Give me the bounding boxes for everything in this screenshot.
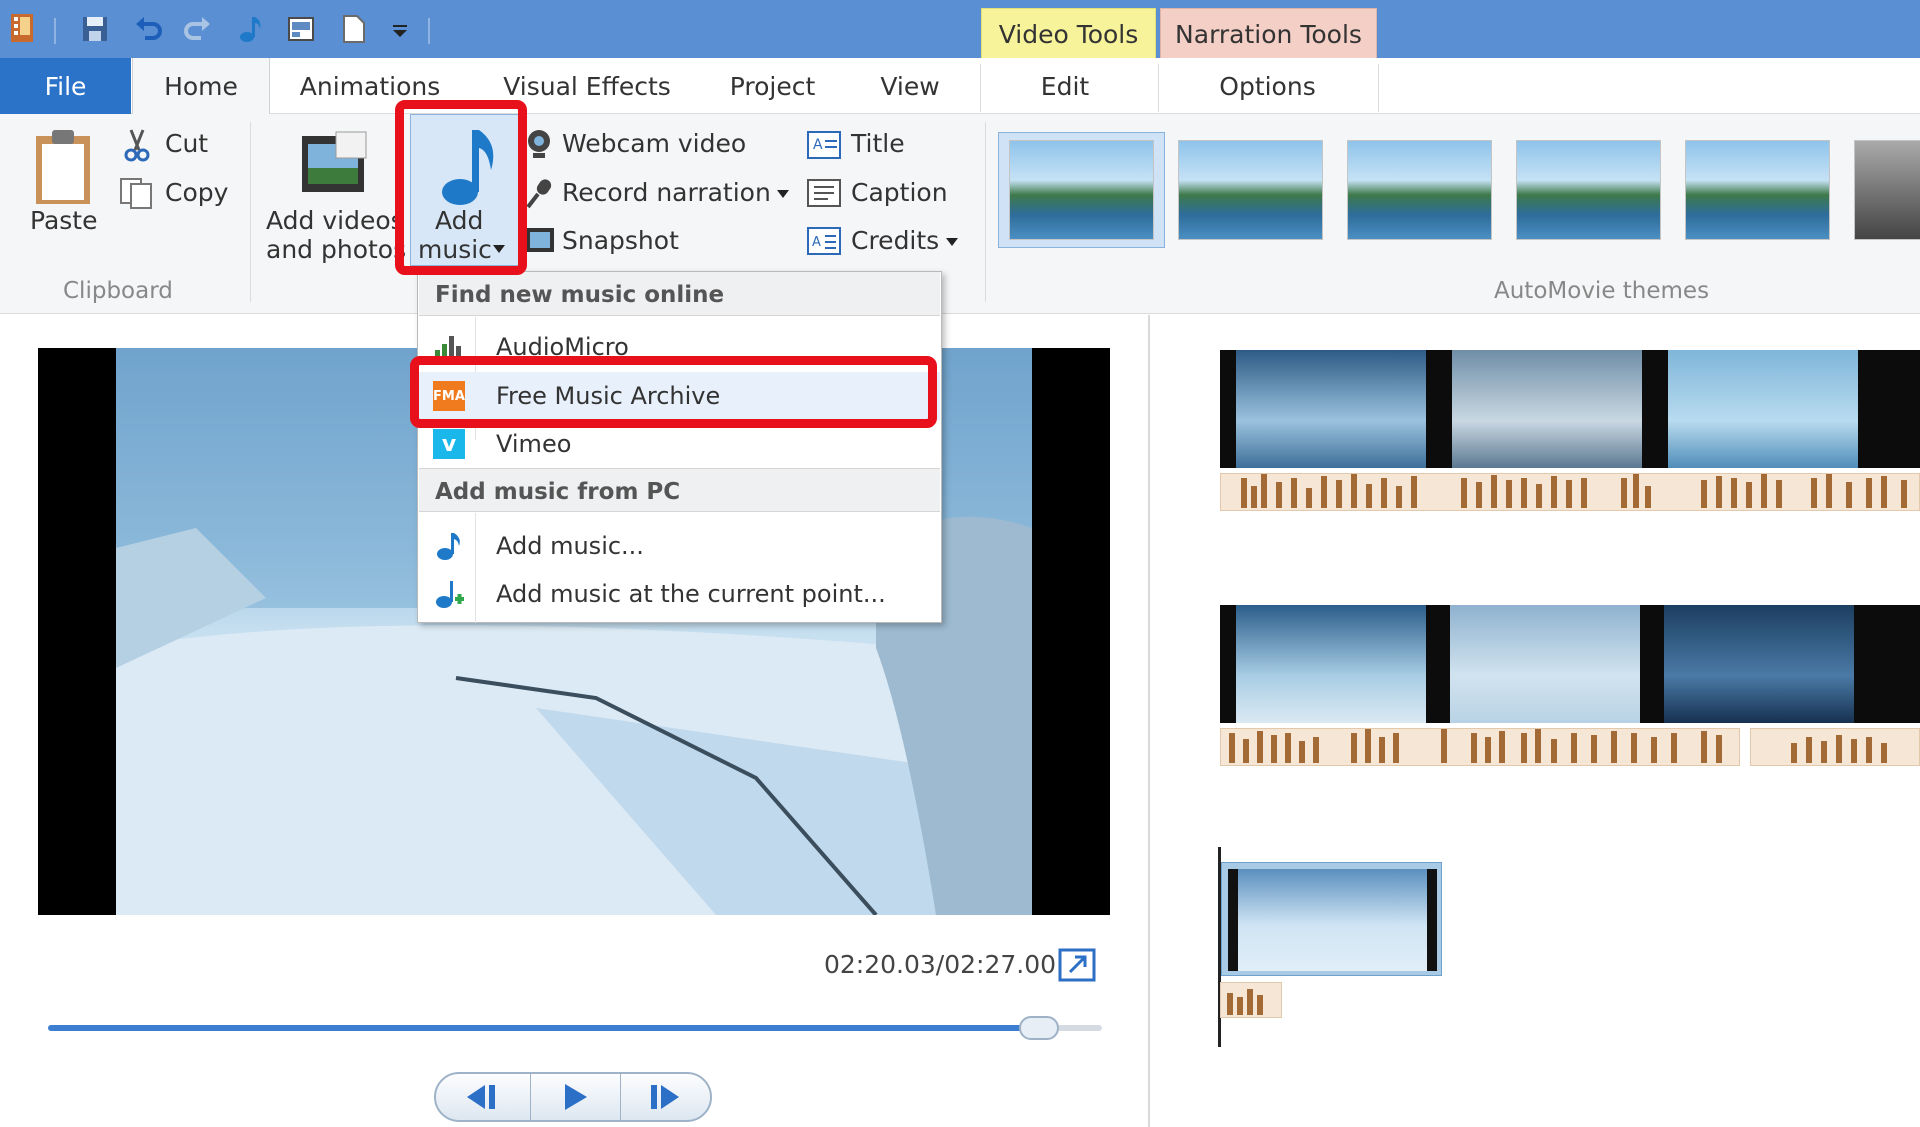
theme-thumbnail[interactable] — [1009, 140, 1154, 240]
menu-header-online: Find new music online — [419, 272, 940, 316]
undo-icon[interactable] — [133, 14, 163, 44]
audio-waveform[interactable] — [1750, 728, 1920, 766]
previous-frame-icon — [467, 1085, 495, 1109]
caption-icon — [807, 179, 841, 207]
selected-clip[interactable] — [1221, 862, 1442, 976]
save-icon[interactable] — [80, 14, 110, 44]
transport-controls — [434, 1072, 712, 1122]
playback-time: 02:20.03/02:27.00 — [824, 950, 1057, 979]
tab-project[interactable]: Project — [715, 58, 830, 114]
add-videos-label-2[interactable]: and photos — [266, 235, 406, 264]
previous-frame-button[interactable] — [436, 1074, 526, 1120]
seek-progress — [48, 1025, 1040, 1031]
customize-qat-icon[interactable] — [385, 14, 415, 44]
clip-row[interactable] — [1220, 605, 1920, 723]
svg-text:A: A — [813, 137, 823, 153]
audio-waveform[interactable] — [1220, 728, 1740, 766]
audio-waveform[interactable] — [1220, 473, 1920, 511]
menu-item-add-music-current-point[interactable]: Add music at the current point... — [419, 570, 940, 618]
automovie-themes-group-label: AutoMovie themes — [1494, 278, 1710, 304]
tab-edit[interactable]: Edit — [1010, 58, 1120, 114]
title-icon: A — [807, 131, 841, 159]
redo-icon — [184, 17, 210, 40]
ribbon: Paste Cut Copy Clipboard Add videos and … — [0, 114, 1920, 314]
tab-file[interactable]: File — [0, 58, 131, 114]
ribbon-tabs: File Home Animations Visual Effects Proj… — [0, 58, 1920, 115]
audio-waveform[interactable] — [1220, 982, 1282, 1018]
highlight-add-music — [395, 100, 527, 275]
menu-item-label: Add music... — [496, 532, 644, 560]
vimeo-icon: v — [433, 429, 465, 459]
video-tools-context-tab[interactable]: Video Tools — [981, 8, 1156, 60]
snapshot-icon — [526, 228, 554, 252]
svg-text:A: A — [812, 235, 821, 250]
theme-thumbnail[interactable] — [1178, 140, 1323, 240]
paste-icon — [36, 130, 90, 204]
theme-thumbnail[interactable] — [1685, 140, 1830, 240]
narration-tools-context-tab[interactable]: Narration Tools — [1160, 8, 1377, 60]
microphone-icon — [526, 179, 552, 209]
storyboard-icon[interactable] — [286, 14, 316, 44]
copy-icon — [120, 178, 152, 209]
clip-row[interactable] — [1220, 350, 1920, 468]
theme-thumbnail[interactable] — [1516, 140, 1661, 240]
music-add-icon — [436, 581, 464, 608]
highlight-free-music-archive — [410, 356, 937, 428]
dropdown-arrow-icon[interactable] — [945, 237, 959, 247]
music-note-icon[interactable] — [236, 14, 266, 44]
play-icon — [565, 1084, 587, 1110]
caption-button[interactable]: Caption — [851, 178, 948, 207]
fullscreen-icon[interactable] — [1058, 948, 1096, 982]
menu-item-label: Vimeo — [496, 430, 572, 458]
seek-thumb[interactable] — [1019, 1016, 1059, 1040]
theme-thumbnail[interactable] — [1347, 140, 1492, 240]
add-videos-label-1[interactable]: Add videos — [266, 206, 404, 235]
cut-icon — [124, 129, 150, 162]
next-frame-icon — [651, 1085, 679, 1109]
app-film-icon — [11, 14, 33, 42]
tab-home[interactable]: Home — [132, 58, 270, 115]
menu-item-add-music[interactable]: Add music... — [419, 522, 940, 570]
record-narration-button[interactable]: Record narration — [562, 178, 771, 207]
paste-button[interactable]: Paste — [30, 206, 97, 235]
menu-item-label: Add music at the current point... — [496, 580, 886, 608]
cut-button[interactable]: Cut — [165, 129, 208, 158]
title-button[interactable]: Title — [851, 129, 905, 158]
add-music-dropdown: Find new music online AudioMicro FMA Fre… — [417, 271, 942, 623]
music-note-icon — [437, 533, 460, 560]
play-button[interactable] — [530, 1074, 620, 1120]
credits-button[interactable]: Credits — [851, 226, 939, 255]
snapshot-button[interactable]: Snapshot — [562, 226, 679, 255]
clipboard-group-label: Clipboard — [63, 278, 173, 304]
credits-icon: A — [807, 227, 841, 255]
webcam-video-button[interactable]: Webcam video — [562, 129, 746, 158]
theme-thumbnail[interactable] — [1854, 140, 1920, 240]
tab-options[interactable]: Options — [1200, 58, 1335, 114]
copy-button[interactable]: Copy — [165, 178, 228, 207]
tab-view[interactable]: View — [860, 58, 960, 114]
new-project-icon[interactable] — [338, 14, 368, 44]
add-videos-icon — [302, 131, 367, 192]
menu-header-pc: Add music from PC — [419, 468, 940, 512]
dropdown-arrow-icon[interactable] — [776, 189, 790, 199]
webcam-icon — [528, 130, 550, 158]
next-frame-button[interactable] — [620, 1074, 710, 1120]
title-bar: Video Tools Narration Tools — [0, 0, 1920, 60]
storyboard — [1152, 315, 1920, 1127]
